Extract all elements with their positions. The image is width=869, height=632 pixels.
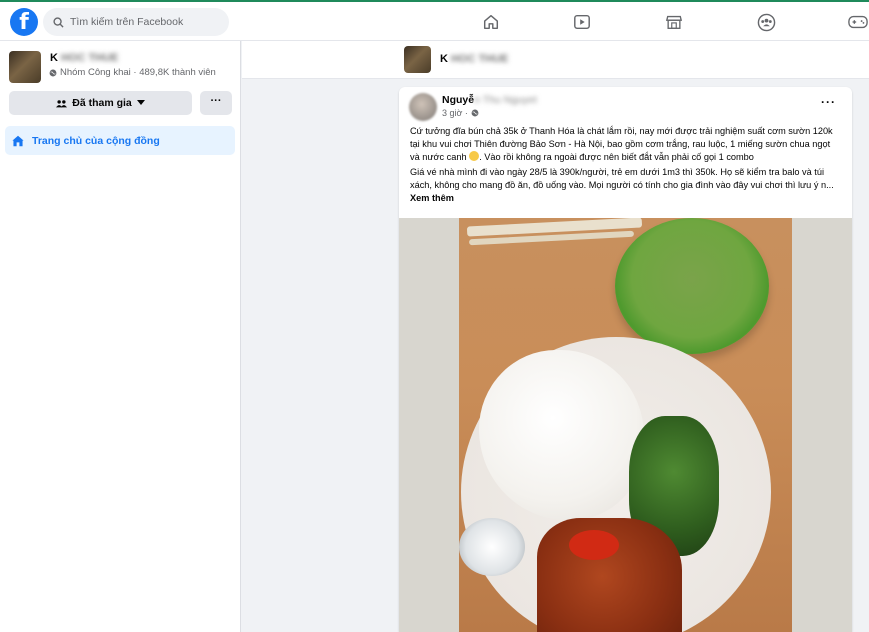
- search-input[interactable]: [70, 16, 220, 28]
- marketplace-icon[interactable]: [663, 11, 685, 33]
- tomato: [569, 530, 619, 560]
- sauce-cup: [459, 518, 525, 576]
- joined-label: Đã tham gia: [72, 97, 132, 109]
- caret-down-icon: [136, 100, 145, 105]
- joined-button[interactable]: Đã tham gia: [9, 91, 192, 115]
- search-icon: [53, 16, 64, 28]
- sweat-smile-emoji-icon: [469, 151, 480, 162]
- group-cover-thumbnail[interactable]: [9, 51, 41, 83]
- gaming-icon[interactable]: [847, 11, 869, 33]
- post-body: Cứ tưởng đĩa bún chả 35k ở Thanh Hóa là …: [410, 125, 842, 206]
- post-photo[interactable]: [459, 218, 792, 632]
- top-navigation-bar: f: [0, 0, 869, 41]
- author-avatar[interactable]: [409, 93, 437, 121]
- home-filled-icon: [12, 135, 24, 146]
- see-more-link[interactable]: Xem thêm: [410, 193, 454, 203]
- video-icon[interactable]: [571, 11, 593, 33]
- globe-icon: [471, 109, 479, 117]
- people-icon: [56, 99, 68, 107]
- blurred-group-name: HOC THUE: [60, 52, 119, 64]
- home-icon[interactable]: [480, 11, 502, 33]
- more-options-button[interactable]: ···: [200, 91, 232, 115]
- group-meta: Nhóm Công khai · 489,8K thành viên: [49, 67, 216, 78]
- group-sticky-header: K HOC THUE: [242, 41, 869, 79]
- blurred-author-name: n Thu Nguyet: [474, 94, 537, 106]
- group-cover-thumbnail[interactable]: [404, 46, 431, 73]
- post-timestamp[interactable]: 3 giờ ·: [442, 108, 479, 118]
- groups-icon[interactable]: [755, 11, 777, 33]
- group-name[interactable]: K HOC THUE: [440, 53, 508, 65]
- facebook-logo[interactable]: f: [10, 8, 38, 36]
- post-options-button[interactable]: ···: [821, 95, 836, 109]
- post-author[interactable]: Nguyễn Thu Nguyet: [442, 94, 537, 106]
- post-photo-frame[interactable]: [399, 218, 852, 632]
- group-meta-text: Nhóm Công khai · 489,8K thành viên: [60, 67, 216, 78]
- feed-post: Nguyễn Thu Nguyet 3 giờ · ··· Cứ tưởng đ…: [399, 87, 852, 632]
- globe-icon: [49, 69, 57, 76]
- sidebar-item-label: Trang chủ của cộng đồng: [32, 134, 160, 147]
- soup-bowl: [615, 218, 769, 354]
- group-sidebar: K HOC THUE Nhóm Công khai · 489,8K thành …: [0, 41, 241, 632]
- group-name[interactable]: K HOC THUE: [50, 52, 118, 64]
- post-paragraph-1-end: . Vào rồi không ra ngoài được nên biết đ…: [479, 152, 754, 163]
- search-box[interactable]: [43, 8, 229, 36]
- blurred-group-name: HOC THUE: [450, 53, 509, 65]
- post-paragraph-2: Giá vé nhà mình đi vào ngày 28/5 là 390k…: [410, 166, 834, 190]
- sidebar-item-community-home[interactable]: Trang chủ của cộng đồng: [5, 126, 235, 155]
